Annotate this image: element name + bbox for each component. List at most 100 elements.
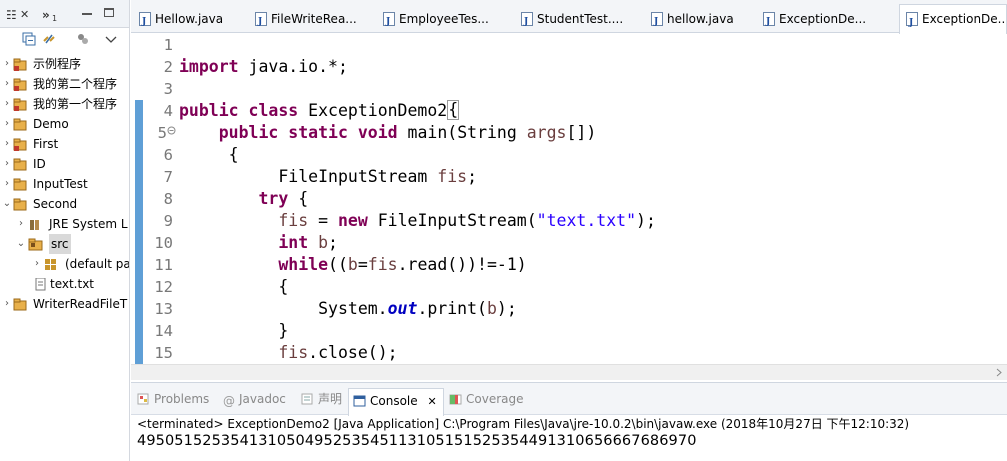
java-project-icon — [13, 298, 27, 311]
variable: fis — [278, 343, 309, 362]
expand-arrow-icon[interactable]: › — [2, 294, 12, 314]
tab-label: Coverage — [466, 392, 524, 406]
tree-item-project[interactable]: › InputTest — [0, 174, 129, 194]
string-literal: "text.txt" — [536, 211, 637, 230]
editor-tab[interactable]: FileWriteRea... — [255, 6, 365, 33]
tree-item-project[interactable]: › 我的第一个程序 — [0, 94, 129, 114]
expand-arrow-icon[interactable]: › — [2, 54, 12, 74]
editor-tab[interactable]: ExceptionDe... — [763, 6, 883, 33]
tab-label: Console — [370, 394, 418, 408]
code-line: { — [179, 144, 239, 166]
tree-item-project[interactable]: › 我的第二个程序 — [0, 74, 129, 94]
close-icon[interactable]: ✕ — [427, 395, 436, 408]
editor-tab[interactable]: EmployeeTes... — [383, 6, 501, 33]
line-number: 15 — [154, 344, 173, 362]
code-editor[interactable]: 1 2 3 4 5 6 7 8 9 10 11 12 13 14 15 impo… — [131, 34, 1007, 364]
fold-collapse-icon[interactable] — [167, 126, 176, 135]
code-token: .read())!=-1) — [397, 255, 527, 274]
tree-item-project[interactable]: › First — [0, 134, 129, 154]
code-token: java.io.*; — [238, 57, 348, 76]
line-number: 9 — [163, 212, 173, 230]
tree-item-label: Second — [33, 197, 78, 211]
editor-tab[interactable]: Hellow.java — [139, 6, 239, 33]
code-token: .print( — [417, 299, 487, 318]
tab-problems[interactable]: Problems — [137, 391, 209, 407]
tree-item-project[interactable]: ⌄ Second — [0, 194, 129, 214]
tree-item-project[interactable]: › ID — [0, 154, 129, 174]
keyword: int — [278, 233, 309, 252]
line-number: 2 — [163, 58, 173, 76]
link-with-editor-icon[interactable] — [42, 32, 56, 46]
console-status-line: <terminated> ExceptionDemo2 [Java Applic… — [137, 417, 910, 431]
expand-arrow-icon[interactable]: › — [2, 74, 12, 94]
console-output[interactable]: 4950515253541310504952535451131051515253… — [137, 433, 697, 449]
editor-tab[interactable]: hellow.java — [651, 6, 751, 33]
code-token: { — [288, 189, 309, 208]
expand-arrow-icon[interactable]: › — [32, 254, 42, 274]
code-line: fis = new FileInputStream("text.txt"); — [179, 210, 656, 232]
java-project-icon — [13, 78, 27, 91]
expand-arrow-icon[interactable]: › — [2, 134, 12, 154]
tree-item-label: Demo — [33, 117, 69, 131]
tree-item-label: text.txt — [50, 277, 95, 291]
java-file-icon — [383, 9, 395, 33]
view-menu-chevron-down-icon[interactable] — [104, 32, 118, 46]
code-line: public class ExceptionDemo2{ — [179, 100, 460, 122]
tab-label: FileWriteRea... — [271, 12, 357, 26]
collapse-all-icon[interactable] — [22, 32, 36, 46]
expand-arrow-icon[interactable]: › — [16, 214, 26, 234]
tab-coverage[interactable]: Coverage — [449, 391, 524, 407]
tree-item-project[interactable]: › WriterReadFileT — [0, 294, 129, 314]
code-line: int b; — [179, 232, 338, 254]
line-number-gutter: 1 2 3 4 5 6 7 8 9 10 11 12 13 14 15 — [145, 34, 175, 364]
tab-label: 声明 — [318, 392, 343, 406]
tab-javadoc[interactable]: @ Javadoc — [223, 391, 286, 408]
tab-console[interactable]: Console ✕ — [348, 388, 444, 416]
line-number: 5 — [157, 124, 167, 142]
expand-arrow-icon[interactable]: › — [2, 174, 12, 194]
tab-label: Javadoc — [239, 392, 286, 406]
maximize-icon[interactable] — [104, 8, 114, 17]
package-explorer-tabbar: ☷ ✕ » 1 — [0, 0, 129, 28]
package-explorer-tab-icon[interactable]: ☷ — [6, 8, 17, 22]
line-number: 10 — [154, 234, 173, 252]
tab-label: hellow.java — [667, 12, 734, 26]
editor-tab[interactable]: StudentTest.... — [521, 6, 631, 33]
expand-arrow-icon[interactable]: › — [2, 94, 12, 114]
tree-item-label: InputTest — [33, 177, 88, 191]
collapse-arrow-icon[interactable]: ⌄ — [16, 234, 26, 254]
tree-item-package[interactable]: › (default pa — [0, 254, 130, 274]
tree-item-file[interactable]: text.txt — [0, 274, 129, 294]
tree-item-project[interactable]: › 示例程序 — [0, 54, 129, 74]
expand-arrow-icon[interactable]: › — [2, 114, 12, 134]
code-token: .close(); — [308, 343, 398, 362]
java-project-icon — [13, 198, 27, 211]
variable: b — [347, 255, 358, 274]
tab-declaration[interactable]: 声明 — [301, 391, 342, 407]
package-icon — [45, 259, 56, 270]
scroll-right-arrow-icon[interactable] — [995, 368, 1003, 377]
tab-label: EmployeeTes... — [399, 12, 489, 26]
horizontal-scrollbar[interactable] — [131, 364, 1007, 380]
collapse-arrow-icon[interactable]: ⌄ — [2, 194, 12, 214]
tree-item-label: (default pa — [65, 257, 130, 271]
tab-label: Hellow.java — [155, 12, 224, 26]
source-folder-icon — [28, 238, 43, 251]
tree-item-src-folder[interactable]: ⌄ src — [0, 234, 129, 254]
tree-item-project[interactable]: › Demo — [0, 114, 129, 134]
line-number: 13 — [154, 300, 173, 318]
tree-item-library[interactable]: › JRE System L — [0, 214, 129, 234]
tree-item-label: WriterReadFileT — [33, 297, 128, 311]
close-icon[interactable]: ✕ — [20, 8, 29, 21]
editor-tab-active[interactable]: ExceptionDe... — [899, 4, 1007, 34]
minimize-icon[interactable] — [82, 13, 92, 15]
overflow-count: 1 — [52, 14, 58, 23]
filter-icon[interactable] — [76, 32, 90, 46]
keyword: new — [337, 211, 368, 230]
keyword: static — [288, 123, 348, 142]
code-token: FileInputStream — [278, 167, 438, 186]
code-line: fis.close(); — [179, 342, 398, 364]
code-token: } — [278, 321, 289, 340]
expand-arrow-icon[interactable]: › — [2, 154, 12, 174]
overflow-chevron-icon[interactable]: » — [42, 8, 50, 22]
